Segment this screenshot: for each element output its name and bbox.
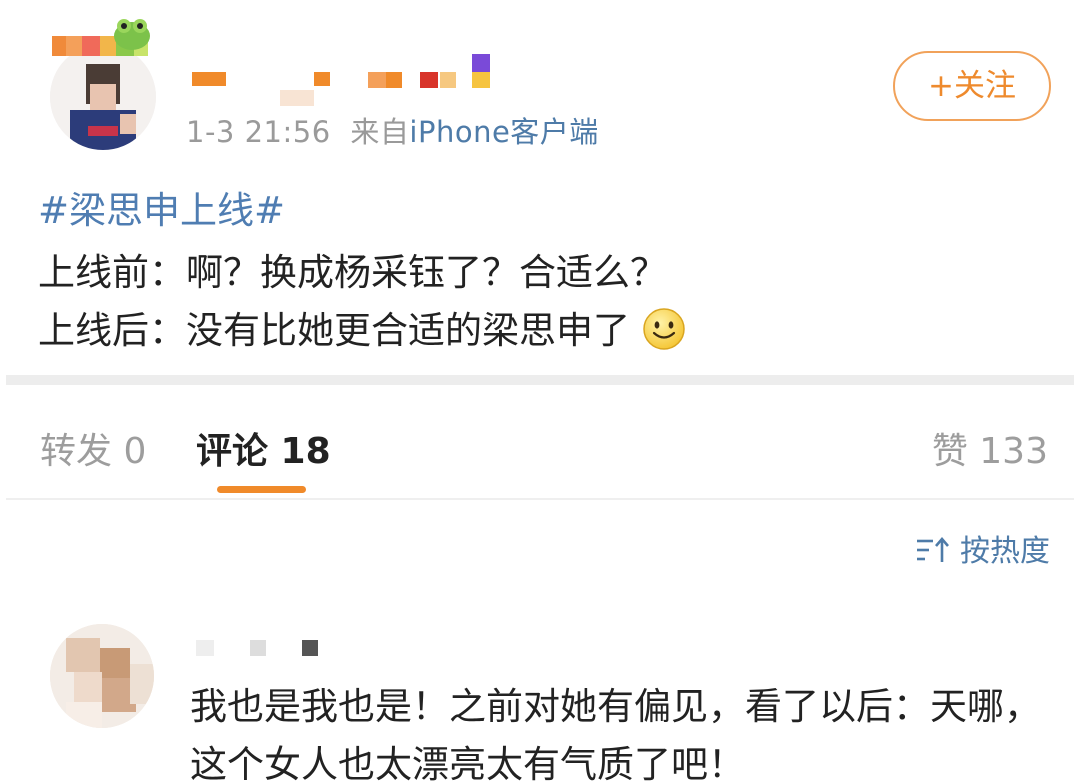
commenter-avatar[interactable] [50, 624, 154, 728]
sort-by-hot-button[interactable]: 按热度 [916, 526, 1050, 570]
sort-icon [917, 537, 949, 562]
post-text-line-2-text: 上线后：没有比她更合适的梁思申了 [38, 309, 630, 352]
smiley-face-icon [643, 308, 685, 350]
topic-hashtag-link[interactable]: #梁思申上线# [38, 180, 285, 234]
weibo-post-page: 1-3 21:56 来自iPhone客户端 +关注 #梁思申上线# 上线前：啊？… [0, 0, 1080, 783]
tab-like[interactable]: 赞 133 [932, 422, 1048, 474]
author-username[interactable] [190, 52, 510, 112]
post-meta: 1-3 21:56 来自iPhone客户端 [186, 109, 599, 151]
active-tab-indicator [217, 486, 306, 493]
post-time: 1-3 21:56 [186, 115, 331, 149]
tab-comment[interactable]: 评论 18 [196, 422, 331, 474]
post-text-line-1: 上线前：啊？换成杨采钰了？合适么？ [38, 251, 667, 294]
post-text-line-2: 上线后：没有比她更合适的梁思申了 [38, 300, 686, 354]
follow-button[interactable]: +关注 [893, 51, 1051, 121]
tab-repost[interactable]: 转发 0 [40, 422, 146, 474]
section-divider [6, 375, 1074, 385]
comment-text: 我也是我也是！之前对她有偏见，看了以后：天哪，这个女人也太漂亮太有气质了吧！ [190, 685, 1041, 783]
tabs-divider [6, 498, 1074, 500]
post-source-device[interactable]: iPhone客户端 [409, 115, 598, 149]
commenter-username[interactable] [196, 640, 326, 660]
frog-badge-icon [114, 19, 150, 50]
author-avatar[interactable] [50, 44, 156, 150]
post-source-prefix: 来自 [350, 115, 410, 149]
sort-label: 按热度 [960, 534, 1050, 569]
